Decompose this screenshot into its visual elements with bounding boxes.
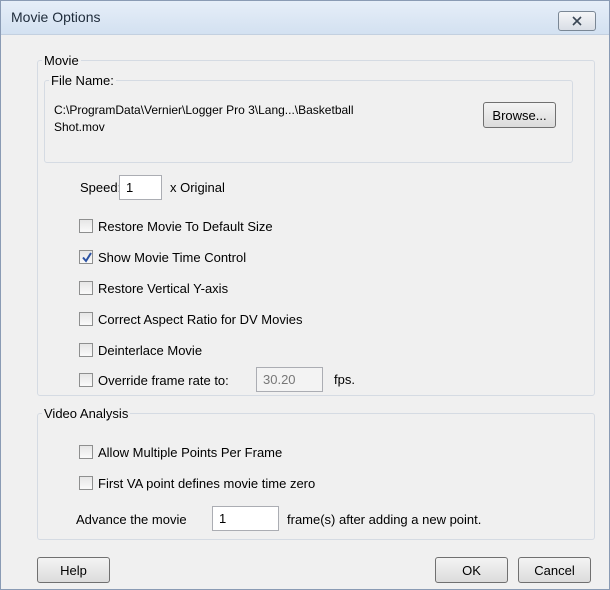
checkbox-label: First VA point defines movie time zero bbox=[98, 475, 316, 491]
checkbox-label: Restore Vertical Y-axis bbox=[98, 280, 229, 296]
first-va-point-time-zero-checkbox[interactable]: First VA point defines movie time zero bbox=[79, 474, 315, 492]
ok-button[interactable]: OK bbox=[435, 557, 508, 583]
override-frame-rate-checkbox[interactable]: Override frame rate to: bbox=[79, 371, 229, 389]
cancel-button[interactable]: Cancel bbox=[518, 557, 591, 583]
fps-unit-label: fps. bbox=[334, 372, 355, 387]
checkbox-label: Correct Aspect Ratio for DV Movies bbox=[98, 311, 303, 327]
checkbox-box[interactable] bbox=[79, 476, 93, 490]
correct-aspect-ratio-checkbox[interactable]: Correct Aspect Ratio for DV Movies bbox=[79, 310, 302, 328]
speed-input[interactable]: 1 bbox=[119, 175, 162, 200]
movie-group-legend: Movie bbox=[44, 53, 79, 68]
file-name-legend: File Name: bbox=[51, 73, 114, 88]
checkbox-label: Allow Multiple Points Per Frame bbox=[98, 444, 283, 460]
show-time-control-checkbox[interactable]: Show Movie Time Control bbox=[79, 248, 246, 266]
close-button[interactable] bbox=[558, 11, 596, 31]
checkbox-label: Deinterlace Movie bbox=[98, 342, 203, 358]
checkbox-box[interactable] bbox=[79, 219, 93, 233]
advance-movie-label: Advance the movie bbox=[76, 512, 187, 527]
checkbox-label: Override frame rate to: bbox=[98, 372, 229, 388]
checkbox-label: Restore Movie To Default Size bbox=[98, 218, 273, 234]
allow-multiple-points-checkbox[interactable]: Allow Multiple Points Per Frame bbox=[79, 443, 282, 461]
file-path-text: C:\ProgramData\Vernier\Logger Pro 3\Lang… bbox=[54, 102, 474, 136]
browse-button[interactable]: Browse... bbox=[483, 102, 556, 128]
close-x-icon bbox=[572, 16, 582, 26]
window-title: Movie Options bbox=[11, 9, 101, 25]
advance-suffix-label: frame(s) after adding a new point. bbox=[287, 512, 482, 527]
file-path-line-2: Shot.mov bbox=[54, 120, 105, 134]
checkbox-box[interactable] bbox=[79, 312, 93, 326]
checkbox-label: Show Movie Time Control bbox=[98, 249, 247, 265]
checkbox-box[interactable] bbox=[79, 281, 93, 295]
frame-rate-input[interactable]: 30.20 bbox=[256, 367, 323, 392]
video-analysis-legend: Video Analysis bbox=[44, 406, 129, 421]
title-bar[interactable]: Movie Options bbox=[1, 1, 609, 35]
file-path-line-1: C:\ProgramData\Vernier\Logger Pro 3\Lang… bbox=[54, 103, 354, 117]
advance-frames-input[interactable]: 1 bbox=[212, 506, 279, 531]
checkmark-icon bbox=[82, 252, 92, 263]
checkbox-box[interactable] bbox=[79, 373, 93, 387]
movie-options-dialog: Movie Options Movie File Name: C:\Progra… bbox=[0, 0, 610, 590]
deinterlace-movie-checkbox[interactable]: Deinterlace Movie bbox=[79, 341, 202, 359]
checkbox-box[interactable] bbox=[79, 445, 93, 459]
checkbox-box[interactable] bbox=[79, 343, 93, 357]
speed-label: Speed: bbox=[80, 180, 122, 195]
speed-suffix: x Original bbox=[170, 180, 225, 195]
checkbox-box[interactable] bbox=[79, 250, 93, 264]
restore-vertical-y-axis-checkbox[interactable]: Restore Vertical Y-axis bbox=[79, 279, 228, 297]
restore-default-size-checkbox[interactable]: Restore Movie To Default Size bbox=[79, 217, 273, 235]
help-button[interactable]: Help bbox=[37, 557, 110, 583]
